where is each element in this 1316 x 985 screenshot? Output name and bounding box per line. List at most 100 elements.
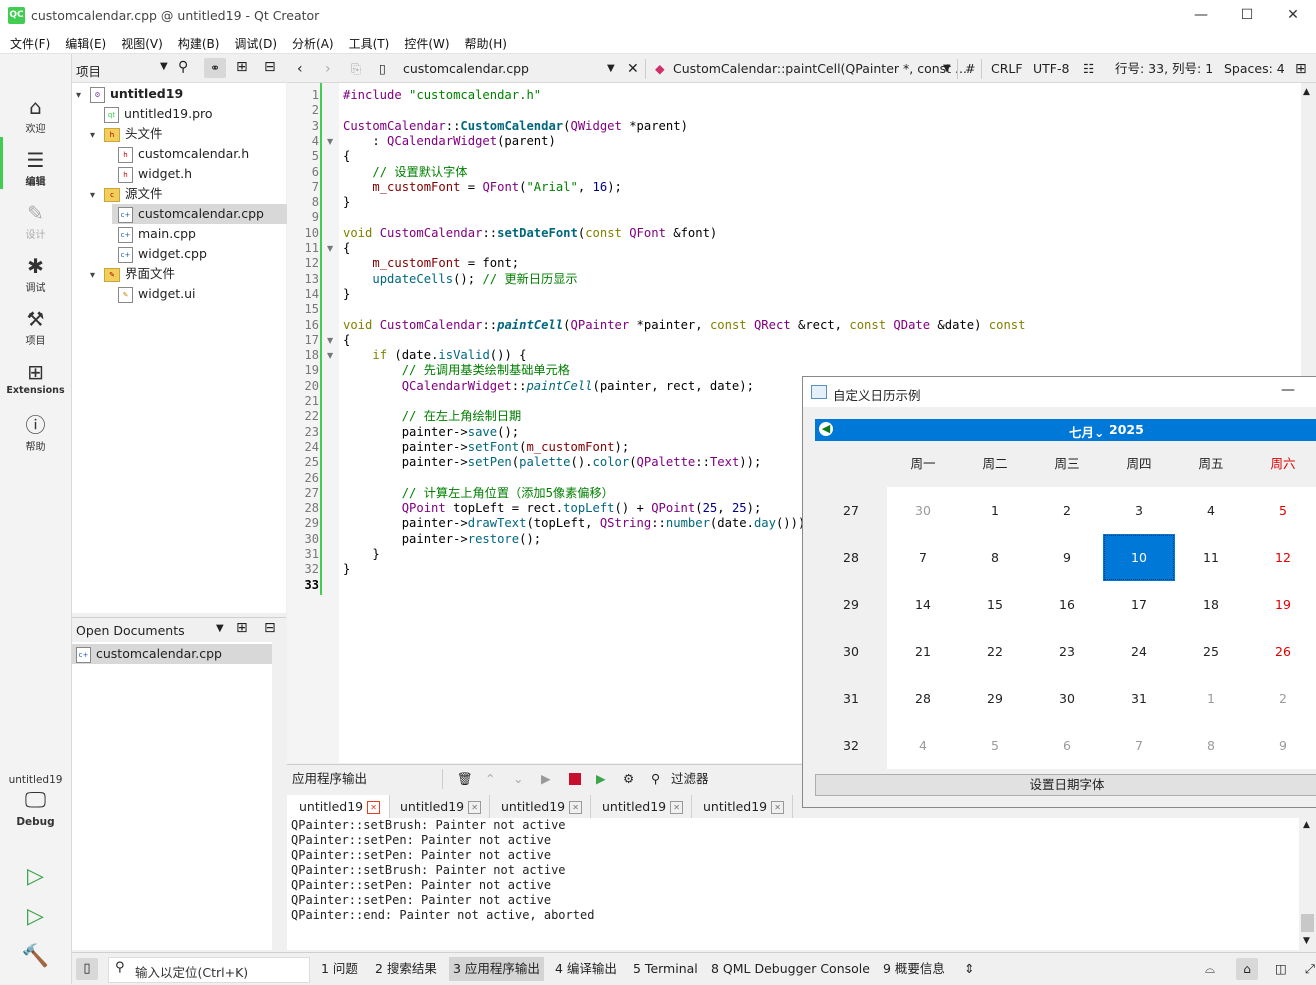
open-document-item[interactable]: c+ customcalendar.cpp bbox=[72, 644, 274, 664]
close-tab-icon[interactable]: ✕ bbox=[569, 801, 583, 814]
close-tab-icon[interactable]: ✕ bbox=[771, 801, 785, 814]
tree-item-sources[interactable]: ▾ c 源文件 bbox=[90, 184, 163, 204]
split-editor-icon[interactable]: ⊞ bbox=[1295, 56, 1307, 82]
calendar-day[interactable]: 7 bbox=[887, 534, 959, 581]
debug-run-button[interactable]: ▷ bbox=[0, 904, 71, 930]
mode-edit[interactable]: ☰ 编辑 bbox=[0, 147, 71, 188]
calendar-day[interactable]: 17 bbox=[1103, 581, 1175, 628]
output-tab[interactable]: untitled19 ✕ bbox=[590, 795, 692, 818]
hash-indicator[interactable]: # bbox=[965, 56, 975, 82]
close-tab-icon[interactable]: ✕ bbox=[367, 801, 381, 814]
calendar-day[interactable]: 11 bbox=[1175, 534, 1247, 581]
fold-marker-icon[interactable]: ▼ bbox=[327, 241, 333, 256]
calendar-day[interactable]: 18 bbox=[1175, 581, 1247, 628]
calendar-day[interactable]: 26 bbox=[1247, 628, 1316, 675]
output-scrollbar[interactable]: ▲ ▼ bbox=[1299, 818, 1316, 950]
calendar-day[interactable]: 31 bbox=[1103, 675, 1175, 722]
locator-input[interactable]: ⚲ 输入以定位(Ctrl+K) bbox=[108, 957, 310, 983]
calendar-day[interactable]: 5 bbox=[1247, 487, 1316, 534]
close-pane-icon[interactable]: ⊟ bbox=[264, 620, 276, 636]
scroll-up-icon[interactable]: ▲ bbox=[1303, 820, 1310, 830]
menu-file[interactable]: 文件(F) bbox=[0, 31, 55, 52]
indentation-selector[interactable]: Spaces: 4 bbox=[1224, 56, 1285, 82]
build-button[interactable]: 🔨 bbox=[0, 944, 71, 970]
calendar-day[interactable]: 8 bbox=[1175, 722, 1247, 769]
calendar-day[interactable]: 25 bbox=[1175, 628, 1247, 675]
mode-extensions[interactable]: ⊞ Extensions bbox=[0, 359, 71, 396]
close-tab-icon[interactable]: ✕ bbox=[670, 801, 684, 814]
calendar-day[interactable]: 23 bbox=[1031, 628, 1103, 675]
calendar-day[interactable]: 29 bbox=[959, 675, 1031, 722]
calendar-day[interactable]: 12 bbox=[1247, 534, 1316, 581]
symbol-selector[interactable]: CustomCalendar::paintCell(QPainter *, co… bbox=[673, 56, 967, 82]
line-ending-selector[interactable]: CRLF bbox=[991, 56, 1023, 82]
tree-item-customcalendar-cpp[interactable]: c+ customcalendar.cpp bbox=[112, 204, 292, 224]
tree-item-project[interactable]: ▾ ⚙ untitled19 bbox=[76, 84, 183, 104]
calendar-day[interactable]: 2 bbox=[1247, 675, 1316, 722]
pane-search-results[interactable]: 2 搜索结果 bbox=[375, 953, 437, 985]
calendar-day[interactable]: 8 bbox=[959, 534, 1031, 581]
calendar-day[interactable]: 19 bbox=[1247, 581, 1316, 628]
rerun-icon[interactable]: ▶ bbox=[541, 766, 551, 792]
fold-marker-icon[interactable]: ▼ bbox=[327, 348, 333, 363]
tree-item-forms[interactable]: ▾ ✎ 界面文件 bbox=[90, 264, 175, 284]
calendar-day[interactable]: 1 bbox=[959, 487, 1031, 534]
calendar-day[interactable]: 30 bbox=[1031, 675, 1103, 722]
link-icon[interactable]: ⚭ bbox=[204, 58, 226, 78]
tree-item-headers[interactable]: ▾ h 头文件 bbox=[90, 124, 163, 144]
previous-month-icon[interactable]: ◀ bbox=[819, 422, 833, 436]
calendar-day[interactable]: 7 bbox=[1103, 722, 1175, 769]
tree-item-widget-h[interactable]: h widget.h bbox=[118, 164, 192, 184]
attach-debugger-icon[interactable]: ▶ bbox=[596, 766, 606, 792]
output-tab[interactable]: untitled19 ✕ bbox=[691, 795, 793, 818]
menu-controls[interactable]: 控件(W) bbox=[394, 31, 454, 52]
close-pane-icon[interactable]: ⊟ bbox=[264, 59, 276, 75]
more-panes-icon[interactable]: ⇕ bbox=[964, 953, 974, 985]
calendar-day[interactable]: 21 bbox=[887, 628, 959, 675]
right-sidebar-toggle-icon[interactable]: ◫ bbox=[1275, 953, 1287, 985]
next-item-icon[interactable]: ⌄ bbox=[513, 766, 523, 792]
mode-projects[interactable]: ⚒ 项目 bbox=[0, 306, 71, 347]
scroll-up-icon[interactable]: ▲ bbox=[1303, 87, 1310, 97]
pane-qml-debugger-console[interactable]: 8 QML Debugger Console bbox=[711, 953, 870, 985]
chevron-down-icon[interactable]: ▼ bbox=[160, 61, 168, 72]
pane-application-output[interactable]: 3 应用程序输出 bbox=[449, 957, 544, 981]
close-tab-icon[interactable]: ✕ bbox=[468, 801, 482, 814]
calendar-day[interactable]: 22 bbox=[959, 628, 1031, 675]
lock-icon[interactable]: ⎘ bbox=[351, 56, 361, 82]
clear-icon[interactable]: 🗑 bbox=[457, 766, 473, 792]
tree-item-widget-ui[interactable]: ✎ widget.ui bbox=[118, 284, 196, 304]
pane-terminal[interactable]: 5 Terminal bbox=[633, 953, 698, 985]
split-add-icon[interactable]: ⊞ bbox=[236, 59, 248, 75]
month-selector[interactable]: 七月⌄ bbox=[1069, 422, 1105, 441]
maximize-button[interactable]: ☐ bbox=[1224, 0, 1270, 31]
tree-item-widget-cpp[interactable]: c+ widget.cpp bbox=[118, 244, 207, 264]
pane-compile-output[interactable]: 4 编译输出 bbox=[555, 953, 617, 985]
calendar-day[interactable]: 9 bbox=[1031, 534, 1103, 581]
calendar-day[interactable]: 30 bbox=[887, 487, 959, 534]
mode-welcome[interactable]: ⌂ 欢迎 bbox=[0, 94, 71, 135]
set-date-font-button[interactable]: 设置日期字体 bbox=[815, 774, 1316, 796]
close-document-icon[interactable]: ✕ bbox=[627, 56, 639, 82]
tree-item-customcalendar-h[interactable]: h customcalendar.h bbox=[118, 144, 249, 164]
menu-analyze[interactable]: 分析(A) bbox=[282, 31, 339, 52]
output-filter-input[interactable]: 过滤器 bbox=[671, 766, 709, 792]
menu-edit[interactable]: 编辑(E) bbox=[55, 31, 111, 52]
calendar-day[interactable]: 24 bbox=[1103, 628, 1175, 675]
calendar-day[interactable]: 4 bbox=[1175, 487, 1247, 534]
calendar-day[interactable]: 2 bbox=[1031, 487, 1103, 534]
back-arrow-icon[interactable]: ‹ bbox=[297, 56, 303, 82]
output-tab[interactable]: untitled19 ✕ bbox=[388, 795, 490, 818]
pane-issues[interactable]: 1 问题 bbox=[321, 953, 358, 985]
menu-build[interactable]: 构建(B) bbox=[168, 31, 225, 52]
forward-arrow-icon[interactable]: › bbox=[325, 56, 331, 82]
project-view-selector[interactable]: 项目 bbox=[76, 61, 101, 80]
menu-debug[interactable]: 调试(D) bbox=[224, 31, 282, 52]
minimize-button[interactable]: — bbox=[1178, 0, 1224, 31]
pane-general-messages[interactable]: 9 概要信息 bbox=[883, 953, 945, 985]
tree-item-pro[interactable]: qt untitled19.pro bbox=[104, 104, 213, 124]
menu-help[interactable]: 帮助(H) bbox=[455, 31, 512, 52]
mode-help[interactable]: ⓘ 帮助 bbox=[0, 412, 71, 453]
calendar-day[interactable]: 28 bbox=[887, 675, 959, 722]
calendar-day[interactable]: 3 bbox=[1103, 487, 1175, 534]
